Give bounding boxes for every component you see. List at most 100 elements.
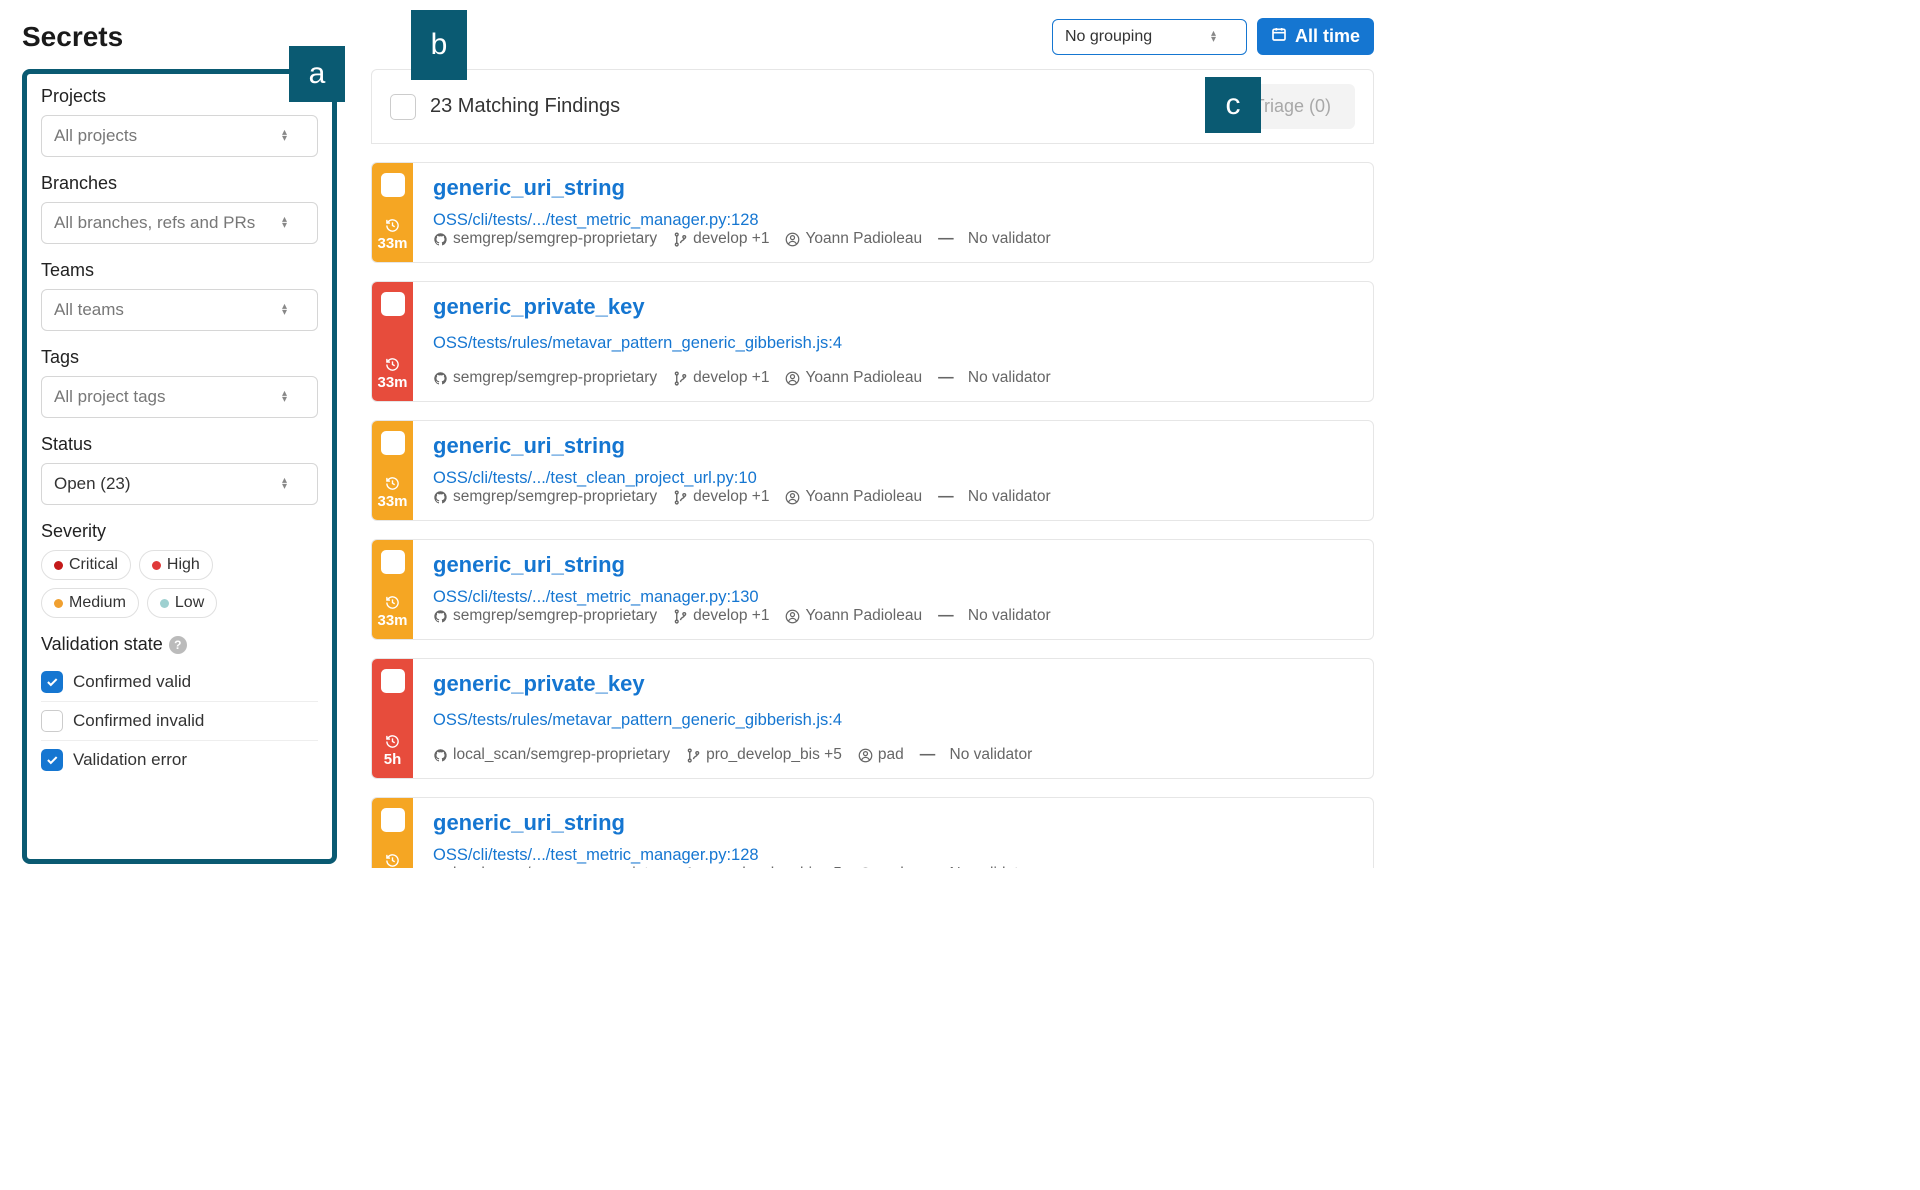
finding-checkbox[interactable] [381,292,405,316]
finding-checkbox[interactable] [381,173,405,197]
finding-checkbox[interactable] [381,431,405,455]
branch-text: develop +1 [693,488,769,506]
author-text: Yoann Padioleau [805,230,922,248]
validation-confirmed-invalid[interactable]: Confirmed invalid [41,702,318,741]
validation-confirmed-valid[interactable]: Confirmed valid [41,663,318,702]
github-icon [433,609,448,624]
chevron-updown-icon: ▴▾ [282,130,287,142]
repo-text: semgrep/semgrep-proprietary [453,488,657,506]
severity-chip-high[interactable]: High [139,550,213,580]
finding-path[interactable]: OSS/cli/tests/.../test_metric_manager.py… [433,588,759,607]
tags-select[interactable]: All project tags ▴▾ [41,376,318,418]
finding-validator: — No validator [938,369,1051,387]
status-select[interactable]: Open (23) ▴▾ [41,463,318,505]
severity-chip-low[interactable]: Low [147,588,217,618]
author-text: pad [878,865,904,868]
finding-repo: semgrep/semgrep-proprietary [433,230,657,248]
age-text: 33m [377,612,407,629]
finding-title[interactable]: generic_private_key [433,671,1355,697]
finding-path[interactable]: OSS/cli/tests/.../test_metric_manager.py… [433,846,759,865]
finding-repo: local_scan/semgrep-proprietary [433,746,670,764]
history-icon [385,853,400,868]
user-icon [785,232,800,247]
finding-card[interactable]: 5h generic_private_key OSS/tests/rules/m… [371,658,1374,779]
severity-bar: 33m [372,421,413,520]
finding-title[interactable]: generic_uri_string [433,433,1355,459]
branch-text: develop +1 [693,369,769,387]
chevron-updown-icon: ▴▾ [282,391,287,403]
grouping-select[interactable]: No grouping ▴▾ [1052,19,1247,55]
checkbox-confirmed-valid[interactable] [41,671,63,693]
severity-bar: 33m [372,163,413,262]
history-icon [385,595,400,610]
user-icon [785,609,800,624]
chevron-updown-icon: ▴▾ [1211,31,1216,43]
finding-title[interactable]: generic_uri_string [433,552,1355,578]
teams-select[interactable]: All teams ▴▾ [41,289,318,331]
branch-icon [686,867,701,869]
branch-text: pro_develop_bis +5 [706,746,842,764]
finding-title[interactable]: generic_uri_string [433,810,1355,836]
finding-title[interactable]: generic_uri_string [433,175,1355,201]
finding-branch: develop +1 [673,230,769,248]
finding-card[interactable]: 33m generic_private_key OSS/tests/rules/… [371,281,1374,402]
finding-path[interactable]: OSS/tests/rules/metavar_pattern_generic_… [433,711,1355,730]
finding-card[interactable]: 33m generic_uri_string OSS/cli/tests/...… [371,162,1374,263]
projects-select[interactable]: All projects ▴▾ [41,115,318,157]
repo-text: local_scan/semgrep-proprietary [453,746,670,764]
severity-bar: 5h [372,798,413,868]
finding-branch: pro_develop_bis +5 [686,865,842,868]
repo-text: semgrep/semgrep-proprietary [453,369,657,387]
branch-icon [686,748,701,763]
finding-author: pad [858,865,904,868]
filters-sidebar: Projects All projects ▴▾ Branches All br… [22,69,337,864]
finding-title[interactable]: generic_private_key [433,294,1355,320]
finding-age: 33m [377,218,407,252]
finding-branch: develop +1 [673,369,769,387]
author-text: Yoann Padioleau [805,488,922,506]
dot-critical-icon [54,561,63,570]
finding-path[interactable]: OSS/cli/tests/.../test_metric_manager.py… [433,211,759,230]
age-text: 33m [377,235,407,252]
validator-text: No validator [950,746,1033,764]
validation-error[interactable]: Validation error [41,741,318,779]
chevron-updown-icon: ▴▾ [282,304,287,316]
finding-path[interactable]: OSS/cli/tests/.../test_clean_project_url… [433,469,757,488]
finding-checkbox[interactable] [381,808,405,832]
finding-card[interactable]: 33m generic_uri_string OSS/cli/tests/...… [371,539,1374,640]
severity-chip-medium[interactable]: Medium [41,588,139,618]
finding-checkbox[interactable] [381,669,405,693]
branch-text: develop +1 [693,607,769,625]
finding-checkbox[interactable] [381,550,405,574]
severity-chip-critical[interactable]: Critical [41,550,131,580]
github-icon [433,748,448,763]
select-all-checkbox[interactable] [390,94,416,120]
finding-repo: semgrep/semgrep-proprietary [433,369,657,387]
branch-icon [673,232,688,247]
finding-validator: — No validator [920,865,1033,868]
finding-validator: — No validator [938,607,1051,625]
history-icon [385,476,400,491]
validator-text: No validator [968,488,1051,506]
time-filter-button[interactable]: All time [1257,18,1374,55]
finding-author: Yoann Padioleau [785,488,922,506]
author-text: Yoann Padioleau [805,369,922,387]
finding-validator: — No validator [938,488,1051,506]
finding-age: 33m [377,357,407,391]
finding-card[interactable]: 5h generic_uri_string OSS/cli/tests/.../… [371,797,1374,868]
validation-item-label: Confirmed invalid [73,711,204,731]
findings-content: 23 Matching Findings Triage (0) 33m gene… [371,69,1374,868]
checkbox-validation-error[interactable] [41,749,63,771]
finding-author: Yoann Padioleau [785,607,922,625]
history-icon [385,218,400,233]
annotation-c: c [1205,77,1261,133]
branches-select[interactable]: All branches, refs and PRs ▴▾ [41,202,318,244]
help-icon[interactable]: ? [169,636,187,654]
finding-branch: develop +1 [673,488,769,506]
finding-path[interactable]: OSS/tests/rules/metavar_pattern_generic_… [433,334,1355,353]
user-icon [858,748,873,763]
branch-icon [673,371,688,386]
checkbox-confirmed-invalid[interactable] [41,710,63,732]
finding-card[interactable]: 33m generic_uri_string OSS/cli/tests/...… [371,420,1374,521]
github-icon [433,232,448,247]
